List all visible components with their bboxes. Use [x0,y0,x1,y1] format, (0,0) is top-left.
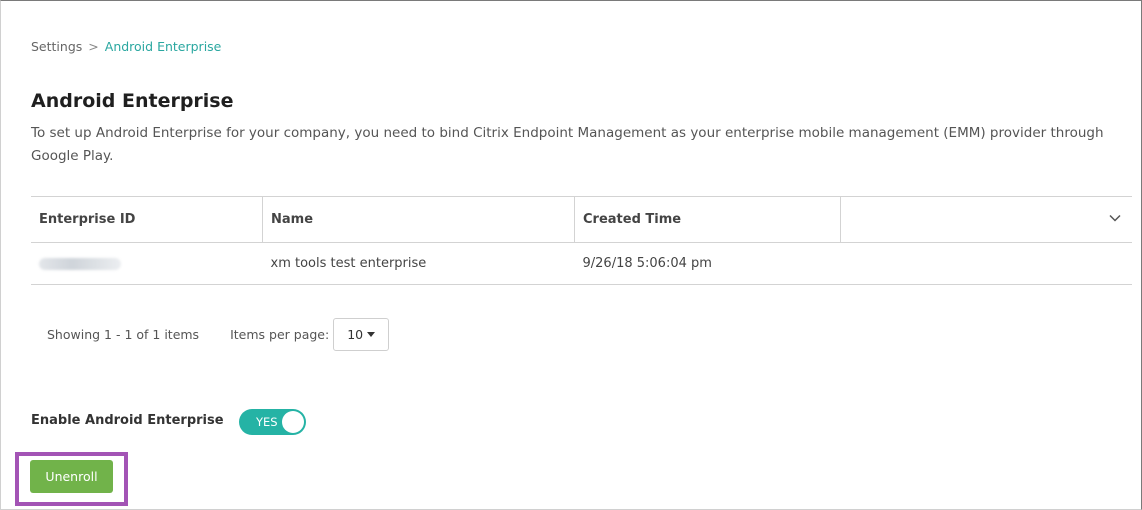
enable-android-enterprise-label: Enable Android Enterprise [31,413,224,428]
cell-menu [1098,242,1132,285]
column-header-empty [840,196,1098,243]
items-per-page-select[interactable]: 10 [333,317,390,351]
breadcrumb-settings-link[interactable]: Settings [31,39,82,54]
page-description: To set up Android Enterprise for your co… [31,125,1104,164]
cell-created-time: 9/26/18 5:06:04 pm [574,242,841,285]
page-title: Android Enterprise [31,90,234,112]
column-header-name[interactable]: Name [262,196,575,243]
enterprise-table: Enterprise ID Name Created Time xm tools… [31,196,1132,285]
caret-down-icon [367,331,376,337]
toggle-knob [282,411,304,433]
enable-android-enterprise-toggle[interactable]: YES [239,409,306,435]
items-per-page-label: Items per page: [230,326,330,342]
cell-enterprise-id [31,242,263,285]
chevron-down-icon [1109,214,1121,222]
table-row[interactable]: xm tools test enterprise 9/26/18 5:06:04… [31,242,1132,285]
column-header-created-time[interactable]: Created Time [574,196,841,243]
cell-name: xm tools test enterprise [262,242,575,285]
breadcrumb-separator: > [88,39,99,54]
toggle-state-text: YES [256,415,278,429]
items-per-page-value: 10 [347,326,364,342]
cell-empty [840,242,1098,285]
redacted-enterprise-id [39,257,121,270]
breadcrumb-current: Android Enterprise [104,39,222,54]
table-header-row: Enterprise ID Name Created Time [31,196,1132,243]
showing-items-text: Showing 1 - 1 of 1 items [47,326,200,342]
breadcrumb: Settings > Android Enterprise [31,39,221,54]
pagination-bar: Showing 1 - 1 of 1 items Items per page:… [47,317,390,351]
unenroll-button[interactable]: Unenroll [30,460,113,493]
column-header-enterprise-id[interactable]: Enterprise ID [31,196,263,243]
column-menu-button[interactable] [1098,196,1132,243]
